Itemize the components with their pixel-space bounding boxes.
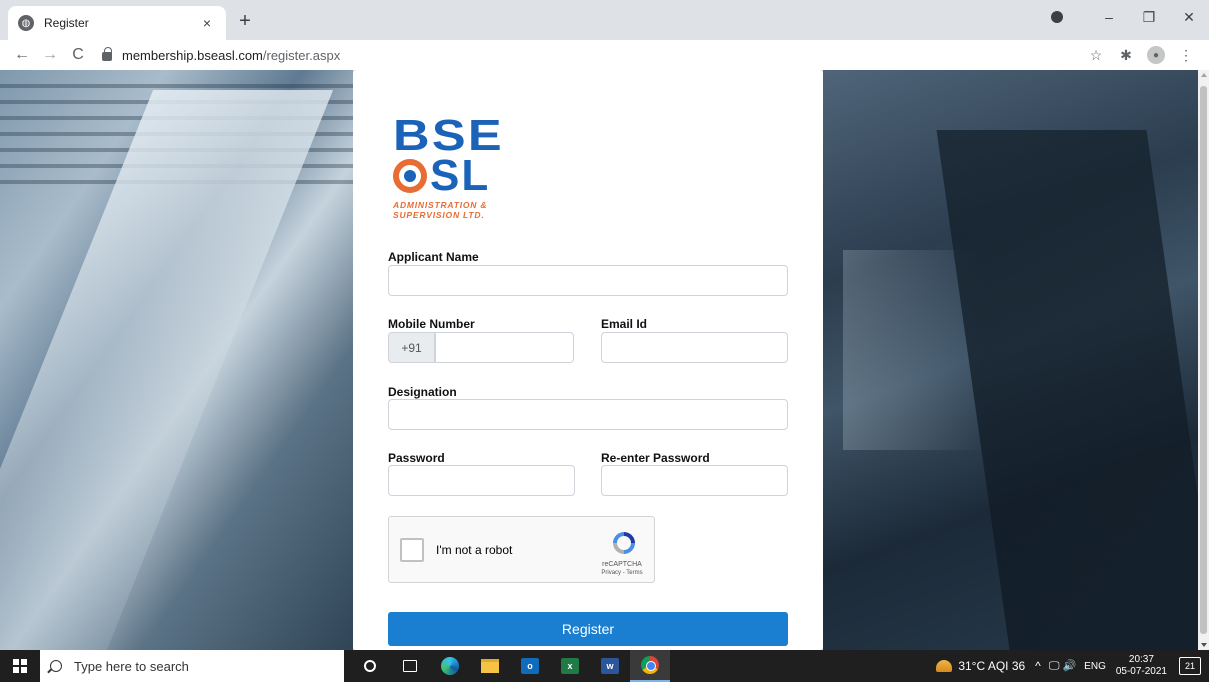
background-detail	[936, 130, 1209, 650]
windows-taskbar: Type here to search o x w 31°C AQI 36 ^ …	[0, 650, 1209, 682]
recaptcha-checkbox[interactable]	[400, 538, 424, 562]
register-button[interactable]: Register	[388, 612, 788, 646]
close-window-button[interactable]: ✕	[1169, 9, 1209, 26]
email-id-label: Email Id	[601, 317, 648, 331]
new-tab-button[interactable]: +	[234, 10, 256, 33]
bookmark-star-icon[interactable]: ☆	[1081, 47, 1111, 64]
password-label: Password	[388, 451, 445, 465]
address-bar[interactable]: membership.bseasl.com /register.aspx	[102, 42, 1081, 68]
excel-icon: x	[561, 658, 579, 674]
background-image-left	[0, 70, 353, 650]
applicant-name-field[interactable]	[388, 265, 788, 296]
reload-button[interactable]: C	[64, 46, 92, 64]
clock-time: 20:37	[1128, 654, 1154, 665]
tab-title: Register	[44, 16, 89, 30]
country-code-prefix: +91	[388, 332, 435, 363]
register-form-card: BSE SL ADMINISTRATION & SUPERVISION LTD.…	[353, 70, 823, 650]
restore-button[interactable]: ❐	[1129, 9, 1169, 26]
toolbar-icons: ☆ ✱ ● ⋮	[1081, 46, 1201, 64]
forward-button[interactable]: →	[36, 46, 64, 64]
taskbar-search-placeholder: Type here to search	[74, 658, 189, 674]
recaptcha-brand: reCAPTCHA	[602, 561, 642, 568]
logo-wordmark-top: BSE	[393, 111, 504, 160]
file-explorer-app-button[interactable]	[470, 650, 510, 682]
background-image-right	[823, 70, 1209, 650]
lock-icon[interactable]	[102, 47, 112, 61]
scroll-down-icon[interactable]	[1201, 643, 1207, 647]
file-explorer-icon	[481, 659, 499, 673]
browser-tab-strip: ◍ Register × + – ❐ ✕	[0, 0, 1209, 40]
weather-icon[interactable]	[936, 660, 953, 672]
task-view-icon	[403, 660, 417, 672]
page-viewport: BSE SL ADMINISTRATION & SUPERVISION LTD.…	[0, 70, 1209, 650]
weather-readout[interactable]: 31°C AQI 36	[958, 659, 1025, 673]
chrome-app-button[interactable]	[630, 650, 670, 682]
word-app-button[interactable]: w	[590, 650, 630, 682]
word-icon: w	[601, 658, 619, 674]
back-button[interactable]: ←	[8, 46, 36, 64]
email-id-field[interactable]	[601, 332, 788, 363]
logo-wordmark-sl: SL	[430, 151, 491, 200]
logo-tagline-1: ADMINISTRATION &	[393, 200, 488, 210]
browser-toolbar: ← → C membership.bseasl.com /register.as…	[0, 40, 1209, 70]
minimize-button[interactable]: –	[1089, 9, 1129, 25]
bse-asl-logo: BSE SL ADMINISTRATION & SUPERVISION LTD.	[393, 114, 513, 226]
tab-search-icon[interactable]	[1051, 11, 1063, 23]
page-scrollbar[interactable]	[1198, 70, 1209, 650]
background-detail	[0, 84, 353, 88]
outlook-icon: o	[521, 658, 539, 674]
reenter-password-field[interactable]	[601, 465, 788, 496]
cortana-icon	[364, 660, 376, 672]
reenter-password-label: Re-enter Password	[601, 451, 710, 465]
taskbar-apps: o x w	[350, 650, 670, 682]
url-host: membership.bseasl.com	[122, 47, 263, 63]
network-volume-icons[interactable]: 🖵 🔊	[1049, 659, 1076, 673]
designation-field[interactable]	[388, 399, 788, 430]
browser-menu-icon[interactable]: ⋮	[1171, 47, 1201, 64]
edge-icon	[441, 657, 459, 675]
extensions-icon[interactable]: ✱	[1111, 47, 1141, 64]
globe-icon: ◍	[18, 15, 34, 31]
recaptcha-terms-link[interactable]: Privacy - Terms	[592, 570, 652, 576]
windows-logo-icon	[13, 659, 27, 673]
cortana-button[interactable]	[350, 650, 390, 682]
recaptcha-icon	[613, 532, 635, 554]
chrome-icon	[641, 656, 659, 674]
recaptcha-label: I'm not a robot	[436, 543, 513, 557]
window-controls: – ❐ ✕	[1051, 0, 1209, 34]
show-hidden-icons-icon[interactable]: ^	[1035, 659, 1041, 673]
edge-app-button[interactable]	[430, 650, 470, 682]
logo-wordmark-bottom: SL	[393, 151, 513, 200]
excel-app-button[interactable]: x	[550, 650, 590, 682]
start-button[interactable]	[0, 650, 40, 682]
mobile-number-label: Mobile Number	[388, 317, 475, 331]
applicant-name-label: Applicant Name	[388, 250, 479, 264]
task-view-button[interactable]	[390, 650, 430, 682]
browser-tab[interactable]: ◍ Register ×	[8, 6, 226, 40]
language-indicator[interactable]: ENG	[1084, 661, 1106, 672]
search-icon	[50, 660, 62, 672]
designation-label: Designation	[388, 385, 457, 399]
password-field[interactable]	[388, 465, 575, 496]
profile-avatar-icon[interactable]: ●	[1147, 46, 1165, 64]
recaptcha-widget: I'm not a robot reCAPTCHA Privacy - Term…	[388, 516, 655, 583]
logo-a-mark	[393, 159, 427, 193]
url-path: /register.aspx	[262, 47, 341, 63]
tab-close-icon[interactable]: ×	[198, 15, 216, 31]
system-tray: 31°C AQI 36 ^ 🖵 🔊 ENG 20:37 05-07-2021 2…	[936, 650, 1209, 682]
notification-center-icon[interactable]: 21	[1179, 657, 1201, 675]
logo-tagline-2: SUPERVISION LTD.	[393, 210, 485, 220]
scroll-up-icon[interactable]	[1201, 73, 1207, 77]
clock-date: 05-07-2021	[1115, 666, 1167, 677]
taskbar-clock[interactable]: 20:37 05-07-2021	[1116, 654, 1167, 678]
background-detail	[0, 90, 334, 650]
outlook-app-button[interactable]: o	[510, 650, 550, 682]
taskbar-search-box[interactable]: Type here to search	[40, 650, 344, 682]
scrollbar-thumb[interactable]	[1200, 86, 1207, 634]
mobile-number-field[interactable]	[435, 332, 574, 363]
